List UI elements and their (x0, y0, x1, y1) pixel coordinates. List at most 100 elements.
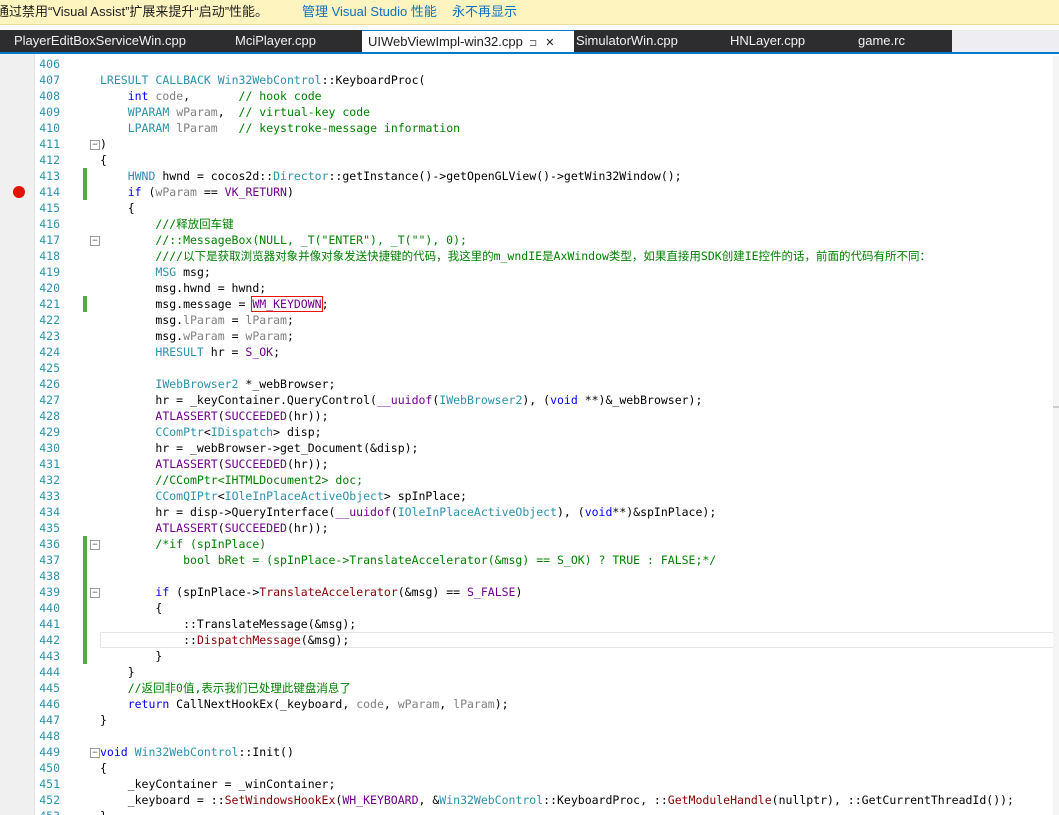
code-line[interactable]: 416 ///释放回车键 (0, 216, 1059, 232)
code-line[interactable]: 448 (0, 728, 1059, 744)
code-line[interactable]: 431 ATLASSERT(SUCCEEDED(hr)); (0, 456, 1059, 472)
change-marker (83, 616, 87, 632)
code-line[interactable]: 436 − /*if (spInPlace) (0, 536, 1059, 552)
breakpoint-icon[interactable] (13, 186, 25, 198)
code-line[interactable]: 445 //返回非0值,表示我们已处理此键盘消息了 (0, 680, 1059, 696)
change-marker (83, 632, 87, 648)
dont-show-again-link[interactable]: 永不再显示 (452, 0, 517, 24)
change-marker (83, 296, 87, 312)
tab-playereditboxservicewin[interactable]: PlayerEditBoxServiceWin.cpp (14, 30, 214, 52)
line-number: 418 (39, 249, 60, 263)
code-text: HWND hwnd = cocos2d::Director::getInstan… (127, 169, 682, 183)
code-line[interactable]: 413 HWND hwnd = cocos2d::Director::getIn… (0, 168, 1059, 184)
tab-uiwebviewimpl-win32[interactable]: UIWebViewImpl-win32.cpp ⊐ ✕ (362, 30, 574, 53)
code-line[interactable]: 411 −) (0, 136, 1059, 152)
code-line[interactable]: 409 WPARAM wParam, // virtual-key code (0, 104, 1059, 120)
line-number: 435 (39, 521, 60, 535)
code-line[interactable]: 418 ////以下是获取浏览器对象并像对象发送快捷键的代码，我这里的m_wnd… (0, 248, 1059, 264)
code-text: ATLASSERT(SUCCEEDED(hr)); (155, 457, 329, 471)
code-line[interactable]: 425 (0, 360, 1059, 376)
code-line[interactable]: 449 − void Win32WebControl::Init() (0, 744, 1059, 760)
line-number: 411 (39, 137, 60, 151)
code-line[interactable]: 406 (0, 56, 1059, 72)
code-line[interactable]: 439 − if (spInPlace->TranslateAccelerator… (0, 584, 1059, 600)
pin-tab-icon[interactable]: ⊐ (529, 38, 537, 49)
code-line[interactable]: 408 int code, // hook code (0, 88, 1059, 104)
vertical-scrollbar[interactable] (1053, 56, 1059, 815)
code-text: int code, // hook code (127, 89, 322, 103)
code-line[interactable]: 451 _keyContainer = _winContainer; (0, 776, 1059, 792)
collapse-icon[interactable]: − (90, 140, 100, 150)
code-line[interactable]: 434 hr = disp->QueryInterface(__uuidof(I… (0, 504, 1059, 520)
code-line[interactable]: 407 LRESULT CALLBACK Win32WebControl::Key… (0, 72, 1059, 88)
code-line[interactable]: 415 { (0, 200, 1059, 216)
active-tab-underline (0, 52, 1059, 54)
code-line[interactable]: 444 } (0, 664, 1059, 680)
code-line[interactable]: 430 hr = _webBrowser->get_Document(&disp… (0, 440, 1059, 456)
tab-simulatorwin[interactable]: SimulatorWin.cpp (576, 30, 706, 52)
line-number: 428 (39, 409, 60, 423)
manage-performance-link[interactable]: 管理 Visual Studio 性能 (302, 0, 437, 24)
code-line[interactable]: 441 ::TranslateMessage(&msg); (0, 616, 1059, 632)
code-line[interactable]: 429 CComPtr<IDispatch> disp; (0, 424, 1059, 440)
code-line[interactable]: 432 //CComPtr<IHTMLDocument2> doc; (0, 472, 1059, 488)
code-text: LPARAM lParam // keystroke-message infor… (127, 121, 461, 135)
line-number: 420 (39, 281, 60, 295)
line-number: 450 (39, 761, 60, 775)
code-line[interactable]: 424 HRESULT hr = S_OK; (0, 344, 1059, 360)
tab-mciplayer[interactable]: MciPlayer.cpp (235, 30, 345, 52)
line-number: 445 (39, 681, 60, 695)
code-line[interactable]: 443 } (0, 648, 1059, 664)
line-number: 406 (39, 57, 60, 71)
line-number: 426 (39, 377, 60, 391)
line-number: 421 (39, 297, 60, 311)
code-line[interactable]: 426 IWebBrowser2 *_webBrowser; (0, 376, 1059, 392)
collapse-icon[interactable]: − (90, 748, 100, 758)
code-line[interactable]: 427 hr = _keyContainer.QueryControl(__uu… (0, 392, 1059, 408)
code-line[interactable]: 433 CComQIPtr<IOleInPlaceActiveObject> s… (0, 488, 1059, 504)
tab-game-rc[interactable]: game.rc (858, 30, 938, 52)
code-editor[interactable]: 406 407 LRESULT CALLBACK Win32WebControl::… (0, 56, 1059, 815)
line-number: 410 (39, 121, 60, 135)
line-number: 430 (39, 441, 60, 455)
line-number: 451 (39, 777, 60, 791)
line-number: 412 (39, 153, 60, 167)
collapse-icon[interactable]: − (90, 236, 100, 246)
collapse-icon[interactable]: − (90, 588, 100, 598)
code-line[interactable]: 419 MSG msg; (0, 264, 1059, 280)
code-line[interactable]: 422 msg.lParam = lParam; (0, 312, 1059, 328)
close-tab-icon[interactable]: ✕ (545, 37, 554, 49)
code-line[interactable]: 423 msg.wParam = wParam; (0, 328, 1059, 344)
code-line[interactable]: 442 ::DispatchMessage(&msg); (0, 632, 1059, 648)
code-line[interactable]: 452 _keyboard = ::SetWindowsHookEx(WH_KE… (0, 792, 1059, 808)
code-text: { (100, 601, 163, 615)
code-line[interactable]: 438 (0, 568, 1059, 584)
code-line[interactable]: 412 { (0, 152, 1059, 168)
change-marker (83, 168, 87, 184)
line-number: 446 (39, 697, 60, 711)
code-line[interactable]: 417 − //::MessageBox(NULL, _T("ENTER"), _… (0, 232, 1059, 248)
code-text: ATLASSERT(SUCCEEDED(hr)); (155, 409, 329, 423)
line-number: 448 (39, 729, 60, 743)
line-number: 409 (39, 105, 60, 119)
code-text: LRESULT CALLBACK Win32WebControl::Keyboa… (100, 73, 426, 87)
line-number: 434 (39, 505, 60, 519)
code-line[interactable]: 440 { (0, 600, 1059, 616)
code-line[interactable]: 421 msg.message = WM_KEYDOWN; (0, 296, 1059, 312)
code-line[interactable]: 414 if (wParam == VK_RETURN) (0, 184, 1059, 200)
code-text: IWebBrowser2 *_webBrowser; (155, 377, 336, 391)
code-line[interactable]: 435 ATLASSERT(SUCCEEDED(hr)); (0, 520, 1059, 536)
code-line[interactable]: 446 return CallNextHookEx(_keyboard, cod… (0, 696, 1059, 712)
code-line[interactable]: 447} (0, 712, 1059, 728)
code-line[interactable]: 437 bool bRet = (spInPlace->TranslateAcc… (0, 552, 1059, 568)
code-line[interactable]: 453} (0, 808, 1059, 815)
tab-hnlayer[interactable]: HNLayer.cpp (730, 30, 830, 52)
collapse-icon[interactable]: − (90, 540, 100, 550)
document-tab-bar: PlayerEditBoxServiceWin.cpp MciPlayer.cp… (0, 30, 1059, 54)
code-line[interactable]: 450 { (0, 760, 1059, 776)
code-line[interactable]: 410 LPARAM lParam // keystroke-message i… (0, 120, 1059, 136)
line-number: 427 (39, 393, 60, 407)
code-line[interactable]: 428 ATLASSERT(SUCCEEDED(hr)); (0, 408, 1059, 424)
code-text: WPARAM wParam, // virtual-key code (127, 105, 371, 119)
code-line[interactable]: 420 msg.hwnd = hwnd; (0, 280, 1059, 296)
